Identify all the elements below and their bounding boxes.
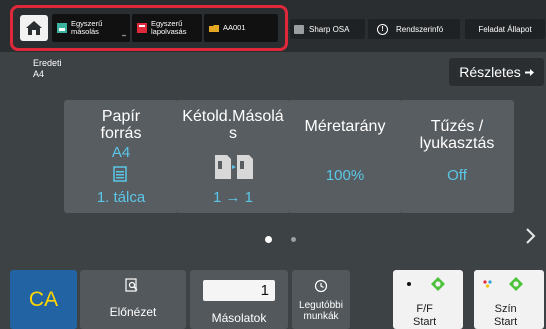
page-indicator-inactive[interactable]: [291, 237, 296, 242]
ca-label: CA: [28, 288, 59, 311]
clear-all-button[interactable]: CA: [10, 270, 77, 329]
copies-button[interactable]: 1 Másolatok: [190, 270, 288, 329]
tile-title: Papír forrás: [64, 108, 178, 142]
color-start-button[interactable]: Szín Start: [474, 270, 544, 329]
start-diamond-icon: [509, 277, 523, 291]
tile-title-line2: lyukasztás: [419, 135, 495, 152]
recent-label-line1: Legutóbbi: [299, 300, 343, 311]
system-info-label: Rendszerinfó: [396, 24, 444, 34]
page-indicator-active: [265, 236, 272, 243]
color-start-label: Szín Start: [494, 303, 517, 329]
tile-title-line2: s: [229, 125, 237, 142]
bw-start-line1: F/F: [416, 303, 433, 315]
original-label: Eredeti: [33, 58, 62, 68]
details-button[interactable]: Részletes: [449, 58, 544, 86]
recent-label-line2: munkák: [303, 311, 339, 322]
copies-count-field[interactable]: 1: [203, 280, 275, 301]
recent-jobs-button[interactable]: Legutóbbi munkák: [292, 270, 350, 329]
app-icon: [294, 24, 304, 34]
recent-label: Legutóbbi munkák: [292, 300, 350, 322]
tile-title-line2: forrás: [100, 125, 142, 142]
original-size-indicator: Eredeti A4: [33, 58, 62, 80]
tile-title: Tűzés / lyukasztás: [400, 118, 514, 152]
paper-source-tile[interactable]: Papír forrás A4 1. tálca: [64, 100, 178, 213]
preview-label: Előnézet: [109, 305, 157, 319]
preview-button[interactable]: Előnézet: [80, 270, 186, 329]
tray-value: 1. tálca: [96, 189, 146, 206]
arrow-right-icon: [524, 68, 534, 76]
tile-title: Méretarány: [304, 118, 386, 135]
copy-ratio-tile[interactable]: Méretarány 100%: [288, 100, 402, 213]
bw-start-label: F/F Start: [413, 303, 436, 329]
preview-icon: [125, 278, 138, 292]
paper-size-value: A4: [111, 144, 131, 161]
details-label: Részletes: [459, 64, 521, 80]
chevron-right-icon[interactable]: [524, 227, 536, 245]
bw-start-line2: Start: [413, 316, 437, 328]
duplex-copy-tile[interactable]: Kétold.Másolá s 1 → 1: [176, 100, 290, 213]
staple-value: Off: [447, 167, 467, 184]
duplex-icon: [215, 155, 253, 179]
staple-punch-tile[interactable]: Tűzés / lyukasztás Off: [400, 100, 514, 213]
history-icon: [314, 279, 328, 293]
color-start-line1: Szín: [494, 303, 517, 315]
bw-start-button[interactable]: F/F Start: [393, 270, 463, 329]
ratio-value: 100%: [325, 167, 365, 184]
tile-title-line1: Papír: [101, 108, 141, 125]
original-value: A4: [33, 69, 45, 79]
sharp-osa-label: Sharp OSA: [309, 24, 350, 34]
job-status-label: Feladat Állapot: [478, 24, 532, 34]
tile-title-line1: Tűzés /: [430, 118, 484, 135]
color-start-line2: Start: [494, 316, 518, 328]
sharp-osa-button[interactable]: Sharp OSA: [290, 19, 365, 39]
duplex-value: 1 → 1: [212, 189, 254, 206]
bw-indicator-icon: [407, 282, 411, 286]
job-status-button[interactable]: Feladat Állapot: [465, 19, 545, 39]
info-icon: !: [377, 23, 388, 35]
tray-icon: [113, 166, 127, 182]
tile-title: Kétold.Másolá s: [176, 108, 290, 142]
system-info-button[interactable]: ! Rendszerinfó: [368, 19, 460, 39]
color-dots-icon: [483, 280, 492, 288]
shortcut-highlight-frame: [10, 5, 288, 51]
tile-title-line1: Kétold.Másolá: [182, 108, 284, 125]
copies-label: Másolatok: [211, 311, 267, 325]
start-diamond-icon: [431, 277, 445, 291]
